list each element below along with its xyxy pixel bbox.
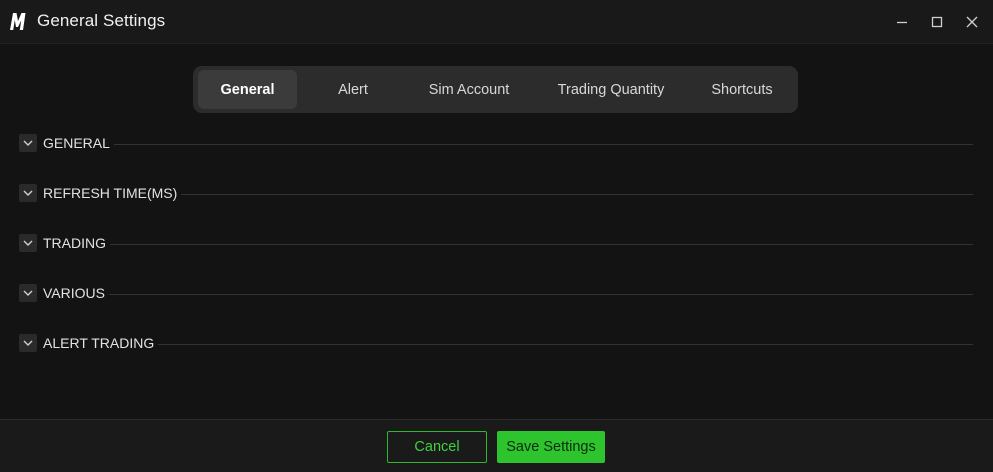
section-general[interactable]: GENERAL bbox=[19, 133, 973, 155]
tab-label: Sim Account bbox=[428, 81, 510, 98]
section-divider bbox=[43, 344, 973, 345]
tab-trading-quantity[interactable]: Trading Quantity bbox=[537, 70, 685, 109]
section-label: TRADING bbox=[43, 235, 110, 251]
section-label: VARIOUS bbox=[43, 285, 109, 301]
maximize-icon bbox=[931, 16, 943, 28]
tab-general[interactable]: General bbox=[198, 70, 297, 109]
section-label: ALERT TRADING bbox=[43, 335, 159, 351]
section-divider bbox=[43, 144, 973, 145]
tab-alert[interactable]: Alert bbox=[304, 70, 402, 109]
chevron-down-icon[interactable] bbox=[19, 284, 37, 302]
save-settings-button[interactable]: Save Settings bbox=[497, 431, 605, 463]
section-various[interactable]: VARIOUS bbox=[19, 283, 973, 305]
section-label: REFRESH TIME(MS) bbox=[43, 185, 182, 201]
cancel-button[interactable]: Cancel bbox=[387, 431, 487, 463]
minimize-button[interactable] bbox=[892, 12, 912, 32]
close-button[interactable] bbox=[962, 12, 982, 32]
settings-tab-bar: General Alert Sim Account Trading Quanti… bbox=[193, 66, 798, 113]
tab-label: Shortcuts bbox=[711, 81, 773, 98]
section-divider bbox=[43, 294, 973, 295]
window-title: General Settings bbox=[37, 11, 166, 30]
section-refresh-time[interactable]: REFRESH TIME(MS) bbox=[19, 183, 973, 205]
chevron-down-icon[interactable] bbox=[19, 134, 37, 152]
tab-label: Trading Quantity bbox=[557, 81, 665, 98]
chevron-down-icon[interactable] bbox=[19, 334, 37, 352]
title-bar[interactable]: General Settings bbox=[0, 0, 993, 44]
brand-m-logo-icon bbox=[10, 13, 26, 30]
dialog-footer: Cancel Save Settings bbox=[0, 419, 993, 472]
tab-sim-account[interactable]: Sim Account bbox=[409, 70, 529, 109]
section-divider bbox=[43, 244, 973, 245]
tab-label: Alert bbox=[338, 81, 368, 98]
tab-label: General bbox=[220, 81, 275, 98]
close-icon bbox=[966, 16, 978, 28]
minimize-icon bbox=[897, 21, 907, 24]
maximize-button[interactable] bbox=[927, 12, 947, 32]
tab-shortcuts[interactable]: Shortcuts bbox=[693, 70, 791, 109]
chevron-down-icon[interactable] bbox=[19, 184, 37, 202]
chevron-down-icon[interactable] bbox=[19, 234, 37, 252]
section-alert-trading[interactable]: ALERT TRADING bbox=[19, 333, 973, 355]
section-label: GENERAL bbox=[43, 135, 114, 151]
section-trading[interactable]: TRADING bbox=[19, 233, 973, 255]
settings-window: General Settings General Alert Sim Accou… bbox=[0, 0, 993, 472]
section-divider bbox=[43, 194, 973, 195]
